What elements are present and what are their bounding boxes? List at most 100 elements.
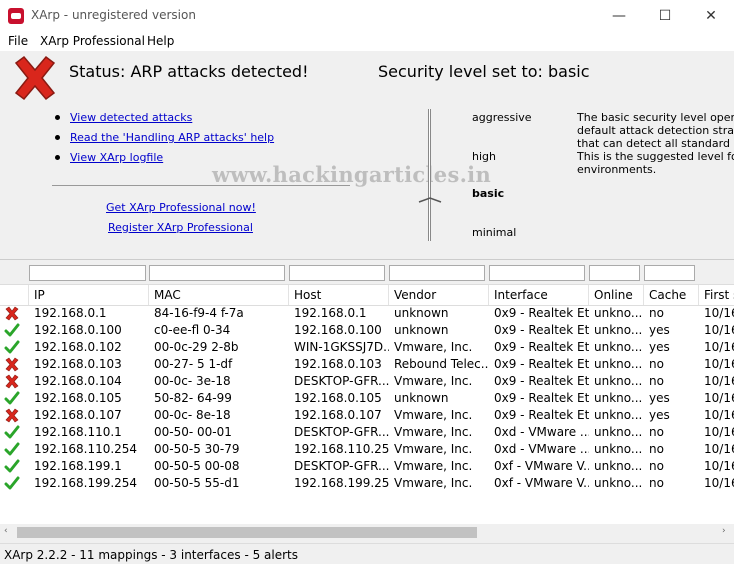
close-button[interactable]: ✕ bbox=[688, 0, 734, 31]
cell-mac: 00-50-5 00-08 bbox=[154, 459, 240, 473]
table-row[interactable]: 192.168.199.1 00-50-5 00-08 DESKTOP-GFR...… bbox=[0, 458, 734, 475]
view-logfile-link[interactable]: View XArp logfile bbox=[70, 151, 163, 164]
security-level-slider[interactable] bbox=[428, 109, 431, 241]
cell-first: 10/16/ bbox=[704, 476, 734, 490]
filter-vendor-input[interactable] bbox=[389, 265, 485, 281]
cell-host: DESKTOP-GFR... bbox=[294, 374, 389, 388]
cell-cache: yes bbox=[649, 408, 670, 422]
cell-cache: yes bbox=[649, 391, 670, 405]
header-interface[interactable]: Interface bbox=[489, 285, 589, 305]
status-panel: Status: ARP attacks detected! Security l… bbox=[0, 51, 734, 259]
table-row[interactable]: 192.168.0.102 00-0c-29 2-8b WIN-1GKSSJ7D..… bbox=[0, 339, 734, 356]
cell-host: 192.168.0.100 bbox=[294, 323, 382, 337]
table-row[interactable]: 192.168.110.1 00-50- 00-01 DESKTOP-GFR... V… bbox=[0, 424, 734, 441]
register-xarp-professional-link[interactable]: Register XArp Professional bbox=[108, 221, 253, 234]
handling-arp-attacks-help-link[interactable]: Read the 'Handling ARP attacks' help bbox=[70, 131, 274, 144]
cell-vendor: unknown bbox=[394, 306, 449, 320]
header-host[interactable]: Host bbox=[289, 285, 389, 305]
header-status[interactable] bbox=[0, 285, 29, 305]
minimize-button[interactable]: — bbox=[596, 0, 642, 31]
cell-mac: 00-50-5 55-d1 bbox=[154, 476, 240, 490]
filter-mac-input[interactable] bbox=[149, 265, 285, 281]
header-vendor[interactable]: Vendor bbox=[389, 285, 489, 305]
cell-first: 10/16/ bbox=[704, 459, 734, 473]
security-level-text: Security level set to: basic bbox=[378, 62, 590, 81]
header-ip[interactable]: IP bbox=[29, 285, 149, 305]
bullet-icon bbox=[55, 135, 60, 140]
scroll-right-icon[interactable]: › bbox=[722, 526, 726, 536]
table-row[interactable]: 192.168.0.103 00-27- 5 1-df 192.168.0.103 R… bbox=[0, 356, 734, 373]
level-minimal[interactable]: minimal bbox=[472, 226, 516, 239]
window-title: XArp - unregistered version bbox=[31, 8, 196, 22]
scrollbar-thumb[interactable] bbox=[17, 527, 477, 538]
slider-thumb[interactable] bbox=[418, 197, 442, 203]
xarp-app-icon bbox=[8, 8, 24, 24]
cell-ip: 192.168.0.100 bbox=[34, 323, 122, 337]
view-detected-attacks-link[interactable]: View detected attacks bbox=[70, 111, 192, 124]
cell-online: unkno... bbox=[594, 340, 643, 354]
cell-online: unkno... bbox=[594, 306, 643, 320]
table-row[interactable]: 192.168.0.105 50-82- 64-99 192.168.0.105 un… bbox=[0, 390, 734, 407]
cell-cache: no bbox=[649, 357, 664, 371]
table-row[interactable]: 192.168.0.104 00-0c- 3e-18 DESKTOP-GFR... V… bbox=[0, 373, 734, 390]
status-bar-text: XArp 2.2.2 - 11 mappings - 3 interfaces … bbox=[4, 548, 299, 562]
table-row[interactable]: 192.168.0.100 c0-ee-fl 0-34 192.168.0.100 u… bbox=[0, 322, 734, 339]
table-row[interactable]: 192.168.199.254 00-50-5 55-d1 192.168.199.… bbox=[0, 475, 734, 492]
cell-ip: 192.168.110.254 bbox=[34, 442, 138, 456]
scroll-left-icon[interactable]: ‹ bbox=[4, 526, 8, 536]
horizontal-scrollbar[interactable]: ‹ › bbox=[0, 524, 734, 541]
cell-host: DESKTOP-GFR... bbox=[294, 425, 389, 439]
table-row[interactable]: 192.168.110.254 00-50-5 30-79 192.168.110.… bbox=[0, 441, 734, 458]
cell-ip: 192.168.110.1 bbox=[34, 425, 122, 439]
cell-host: DESKTOP-GFR... bbox=[294, 459, 389, 473]
cell-first: 10/16/ bbox=[704, 357, 734, 371]
cell-iface: 0x9 - Realtek Et... bbox=[494, 340, 589, 354]
cell-iface: 0x9 - Realtek Et... bbox=[494, 408, 589, 422]
header-first-seen[interactable]: First s bbox=[699, 285, 734, 305]
cell-first: 10/16/ bbox=[704, 425, 734, 439]
status-text: Status: ARP attacks detected! bbox=[69, 62, 309, 81]
menu-file[interactable]: File bbox=[8, 34, 28, 48]
red-x-alert-icon bbox=[14, 55, 56, 101]
cell-vendor: unknown bbox=[394, 391, 449, 405]
cell-online: unkno... bbox=[594, 425, 643, 439]
level-aggressive[interactable]: aggressive bbox=[472, 111, 532, 124]
filter-cache-input[interactable] bbox=[644, 265, 695, 281]
header-mac[interactable]: MAC bbox=[149, 285, 289, 305]
cell-online: unkno... bbox=[594, 442, 643, 456]
filter-ip-input[interactable] bbox=[29, 265, 146, 281]
cell-iface: 0x9 - Realtek Et... bbox=[494, 357, 589, 371]
ok-check-icon bbox=[4, 340, 20, 355]
cell-vendor: Vmware, Inc. bbox=[394, 408, 473, 422]
ok-check-icon bbox=[4, 425, 20, 440]
cell-host: 192.168.0.103 bbox=[294, 357, 382, 371]
cell-ip: 192.168.0.104 bbox=[34, 374, 122, 388]
header-cache[interactable]: Cache bbox=[644, 285, 699, 305]
cell-host: 192.168.199.254 bbox=[294, 476, 389, 490]
cell-mac: 00-0c-29 2-8b bbox=[154, 340, 239, 354]
cell-online: unkno... bbox=[594, 459, 643, 473]
menu-xarp-professional[interactable]: XArp Professional bbox=[40, 34, 145, 48]
ok-check-icon bbox=[4, 391, 20, 406]
cell-online: unkno... bbox=[594, 408, 643, 422]
filter-host-input[interactable] bbox=[289, 265, 385, 281]
cell-online: unkno... bbox=[594, 391, 643, 405]
level-basic[interactable]: basic bbox=[472, 187, 504, 200]
filter-online-input[interactable] bbox=[589, 265, 640, 281]
get-xarp-professional-link[interactable]: Get XArp Professional now! bbox=[106, 201, 256, 214]
cell-iface: 0x9 - Realtek Et... bbox=[494, 374, 589, 388]
maximize-icon: ☐ bbox=[658, 7, 672, 24]
table-row[interactable]: 192.168.0.1 84-16-f9-4 f-7a 192.168.0.1 unk… bbox=[0, 305, 734, 322]
filter-interface-input[interactable] bbox=[489, 265, 585, 281]
cell-host: 192.168.110.254 bbox=[294, 442, 389, 456]
cell-cache: no bbox=[649, 374, 664, 388]
cell-host: 192.168.0.107 bbox=[294, 408, 382, 422]
cell-host: WIN-1GKSSJ7D... bbox=[294, 340, 389, 354]
level-high[interactable]: high bbox=[472, 150, 496, 163]
cell-iface: 0xd - VMware ... bbox=[494, 425, 589, 439]
maximize-button[interactable]: ☐ bbox=[642, 0, 688, 31]
table-row[interactable]: 192.168.0.107 00-0c- 8e-18 192.168.0.107 Vm… bbox=[0, 407, 734, 424]
header-online[interactable]: Online bbox=[589, 285, 644, 305]
cell-ip: 192.168.199.1 bbox=[34, 459, 122, 473]
menu-help[interactable]: Help bbox=[147, 34, 174, 48]
